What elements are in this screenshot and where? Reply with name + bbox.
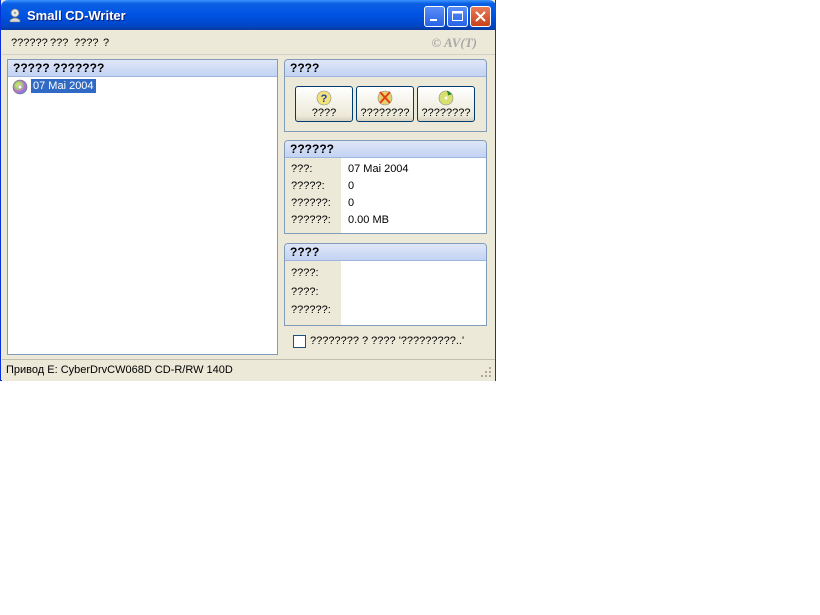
copyright-label: © AV(T) [431, 35, 477, 50]
info-files-value: 0 [348, 180, 355, 192]
info-folders-value: 0 [348, 197, 355, 209]
disc-status-panel: ???? ????: ????: ??????: [284, 243, 487, 326]
info-row-size: ??????: 0.00 MB [291, 214, 389, 226]
tree-item-label: 07 Mai 2004 [31, 79, 96, 93]
info-row-folders: ??????: 0 [291, 197, 355, 209]
disc-status-header: ???? [285, 244, 486, 261]
help-button-label: ???? [311, 107, 337, 119]
status-row: ????: [291, 267, 319, 279]
disc-info-header: ?????? [285, 141, 486, 158]
menu-item-tools[interactable]: ???? [74, 37, 98, 49]
actions-panel: ???? ? ???? ???????? ???????? [284, 59, 487, 132]
status-row: ????: [291, 286, 319, 298]
svg-text:?: ? [321, 93, 328, 105]
session-tree-header: ????? ??????? [8, 60, 277, 77]
menu-item-help[interactable]: ? [103, 37, 109, 49]
burn-button-label: ???????? [421, 107, 471, 119]
status-row: ??????: [291, 304, 331, 316]
title-bar[interactable]: Small CD-Writer [1, 0, 496, 30]
maximize-icon [452, 11, 463, 21]
info-row-date: ???: 07 Mai 2004 [291, 163, 409, 175]
cd-disc-icon [12, 79, 28, 95]
help-button[interactable]: ? ???? [295, 86, 353, 122]
option-checkbox-label: ???????? ? ???? '?????????..' [310, 335, 465, 347]
close-icon [475, 11, 486, 22]
erase-button-label: ???????? [360, 107, 410, 119]
window-title: Small CD-Writer [27, 8, 126, 23]
info-date-value: 07 Mai 2004 [348, 163, 409, 175]
info-size-value: 0.00 MB [348, 214, 389, 226]
option-checkbox[interactable] [293, 335, 306, 348]
disc-info-panel: ?????? ???: 07 Mai 2004 ?????: 0 ??????:… [284, 140, 487, 234]
help-disc-icon: ? [316, 90, 332, 106]
resize-grip-icon[interactable] [480, 366, 492, 378]
menu-bar: ?????? ??? ???? ? © AV(T) [2, 30, 495, 55]
burn-disc-icon [438, 90, 454, 106]
minimize-icon [430, 19, 437, 21]
erase-button[interactable]: ???????? [356, 86, 414, 122]
menu-item-file[interactable]: ?????? [11, 37, 48, 49]
app-window: Small CD-Writer ?????? ??? ???? ? © AV(T… [0, 0, 496, 381]
menu-item-view[interactable]: ??? [50, 37, 68, 49]
burn-button[interactable]: ???????? [417, 86, 475, 122]
actions-header: ???? [285, 60, 486, 77]
drive-status-text: Привод E: CyberDrvCW068D CD-R/RW 140D [6, 364, 233, 376]
status-bar: Привод E: CyberDrvCW068D CD-R/RW 140D [2, 359, 495, 381]
session-tree-panel: ????? ??????? 07 Mai 2004 [7, 59, 278, 355]
maximize-button[interactable] [447, 6, 468, 27]
minimize-button[interactable] [424, 6, 445, 27]
erase-disc-icon [377, 90, 393, 106]
close-button[interactable] [470, 6, 491, 27]
cd-writer-app-icon [9, 8, 21, 23]
info-row-files: ?????: 0 [291, 180, 355, 192]
